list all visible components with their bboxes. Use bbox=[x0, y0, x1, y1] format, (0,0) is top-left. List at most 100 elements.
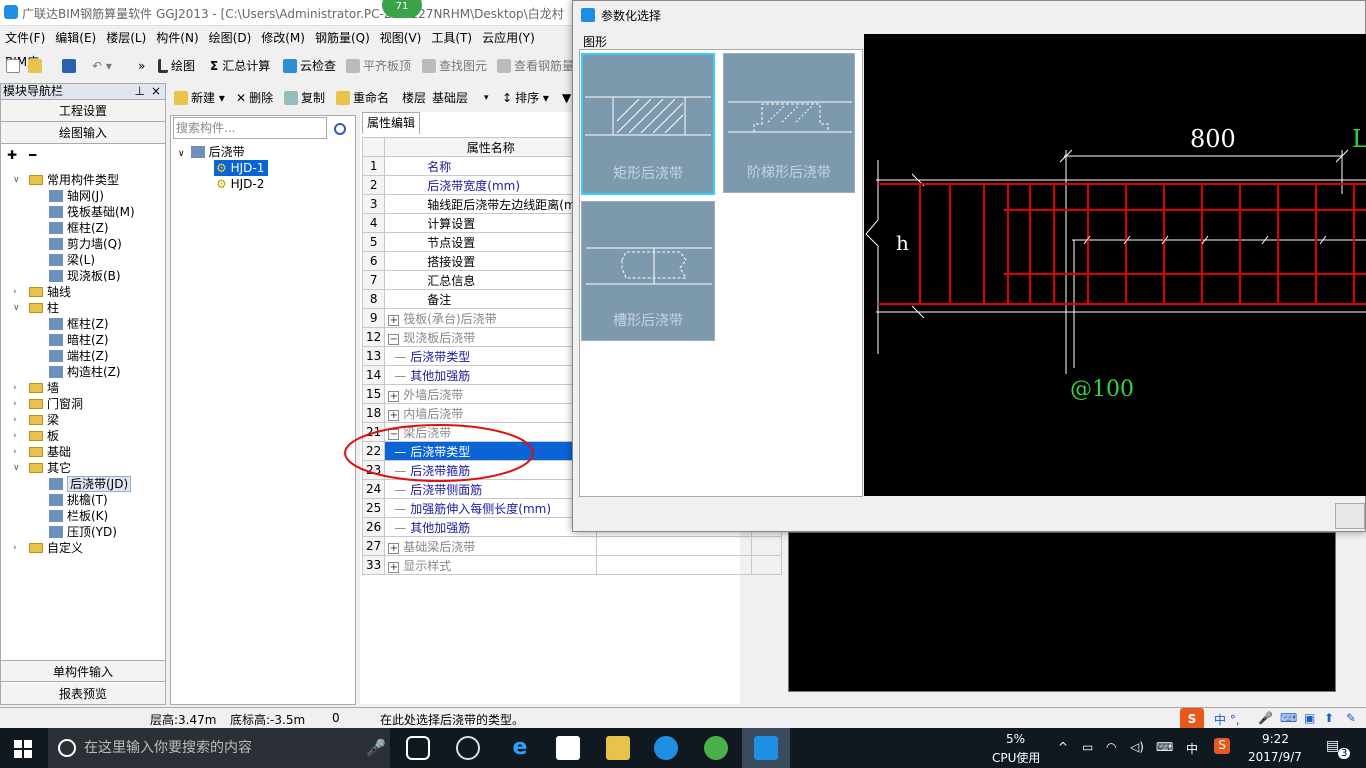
new-file-icon[interactable] bbox=[6, 56, 23, 76]
property-name-cell[interactable]: 后浇带宽度(mm) bbox=[384, 175, 598, 195]
nav-tree-folder[interactable]: › 轴线 bbox=[13, 284, 71, 300]
nav-tree-item[interactable]: 端柱(Z) bbox=[49, 348, 109, 364]
keyboard-icon[interactable]: ⌨ bbox=[1156, 740, 1173, 754]
collapse-icon[interactable]: ∨ bbox=[13, 300, 20, 316]
property-name-cell[interactable]: — 其他加强筋 bbox=[384, 517, 598, 537]
nav-tree-folder[interactable]: › 墙 bbox=[13, 380, 59, 396]
nav-tree-item[interactable]: 轴网(J) bbox=[49, 188, 104, 204]
property-name-cell[interactable]: + 基础梁后浇带 bbox=[384, 536, 598, 556]
glodon-app-icon[interactable] bbox=[654, 736, 678, 760]
microphone-icon[interactable]: 🎤 bbox=[366, 738, 386, 757]
sum-button[interactable]: Σ 汇总计算 bbox=[210, 56, 270, 76]
menu-rebar[interactable]: 钢筋量(Q) bbox=[310, 26, 375, 50]
nav-tree-folder[interactable]: › 梁 bbox=[13, 412, 59, 428]
property-name-cell[interactable]: + 筏板(承台)后浇带 bbox=[384, 308, 598, 328]
wifi-icon[interactable]: ◠ bbox=[1106, 740, 1116, 754]
store-icon[interactable] bbox=[556, 736, 580, 760]
nav-tree-folder[interactable]: › 板 bbox=[13, 428, 59, 444]
find-button[interactable]: 查找图元 bbox=[422, 56, 487, 76]
collapse-icon[interactable]: − bbox=[388, 333, 400, 345]
nav-tree-item[interactable]: 框柱(Z) bbox=[49, 316, 109, 332]
expand-icon[interactable]: › bbox=[13, 284, 17, 300]
expand-icon[interactable]: + bbox=[388, 314, 400, 326]
expand-icon[interactable]: › bbox=[13, 396, 17, 412]
overflow-icon[interactable]: » bbox=[138, 56, 145, 76]
expand-icon[interactable]: › bbox=[13, 380, 17, 396]
nav-tree-folder[interactable]: › 自定义 bbox=[13, 540, 83, 556]
expand-icon[interactable]: › bbox=[13, 428, 17, 444]
property-extra-cell[interactable] bbox=[751, 536, 783, 556]
expand-icon[interactable]: + bbox=[388, 542, 400, 554]
menu-tools[interactable]: 工具(T) bbox=[426, 26, 477, 50]
volume-icon[interactable]: ◁) bbox=[1130, 740, 1144, 754]
task-view-icon[interactable] bbox=[406, 736, 430, 760]
skin-icon[interactable]: ▣ bbox=[1304, 711, 1315, 725]
menu-draw[interactable]: 绘图(D) bbox=[204, 26, 257, 50]
component-search-input[interactable]: 搜索构件... bbox=[173, 117, 327, 139]
expand-icon[interactable]: + bbox=[388, 561, 400, 573]
browser-360-icon[interactable] bbox=[456, 736, 480, 760]
tree-item-hjd-2[interactable]: ⚙ HJD-2 bbox=[214, 176, 264, 192]
nav-tree-item[interactable]: 栏板(K) bbox=[49, 508, 108, 524]
property-extra-cell[interactable] bbox=[751, 555, 783, 575]
property-value-cell[interactable] bbox=[596, 555, 753, 575]
clock-time[interactable]: 9:22 bbox=[1262, 732, 1289, 746]
menu-file[interactable]: 文件(F) bbox=[0, 26, 50, 50]
property-value-cell[interactable] bbox=[596, 536, 753, 556]
draw-button[interactable]: 绘图 bbox=[158, 56, 195, 76]
property-row[interactable]: 27 + 基础梁后浇带 bbox=[361, 536, 783, 556]
nav-tree-item[interactable]: 压顶(YD) bbox=[49, 524, 117, 540]
nav-tree-item[interactable]: 挑檐(T) bbox=[49, 492, 108, 508]
nav-tree-folder[interactable]: ∨ 柱 bbox=[13, 300, 59, 316]
edge-browser-icon[interactable]: e bbox=[508, 736, 532, 760]
open-file-icon[interactable] bbox=[28, 56, 45, 76]
close-icon[interactable]: × bbox=[151, 84, 161, 99]
undo-icon[interactable]: ↶ ▾ bbox=[92, 56, 112, 76]
expand-icon[interactable]: › bbox=[13, 444, 17, 460]
pin-icon[interactable]: ⊥ bbox=[135, 84, 145, 99]
nav-tree-item[interactable]: 现浇板(B) bbox=[49, 268, 121, 284]
collapse-all-icon[interactable]: ━ bbox=[29, 148, 36, 162]
view-rebar-button[interactable]: 查看钢筋量 bbox=[497, 56, 574, 76]
property-name-cell[interactable]: 节点设置 bbox=[384, 232, 598, 252]
property-name-cell[interactable]: — 加强筋伸入每侧长度(mm) bbox=[384, 498, 598, 518]
property-name-cell[interactable]: 计算设置 bbox=[384, 213, 598, 233]
ime-mode[interactable]: 中 bbox=[1186, 740, 1198, 757]
property-name-cell[interactable]: 轴线距后浇带左边线距离(mm) bbox=[384, 194, 598, 214]
property-name-cell[interactable]: 汇总信息 bbox=[384, 270, 598, 290]
microphone-icon[interactable]: 🎤 bbox=[1258, 711, 1273, 725]
sort-button[interactable]: ↕ 排序 ▾ bbox=[502, 88, 549, 108]
menu-view[interactable]: 视图(V) bbox=[375, 26, 427, 50]
security-360-icon[interactable] bbox=[704, 736, 728, 760]
expand-icon[interactable]: › bbox=[13, 412, 17, 428]
nav-tree-item[interactable]: 梁(L) bbox=[49, 252, 95, 268]
collapse-icon[interactable]: ∨ bbox=[13, 460, 20, 476]
menu-floor[interactable]: 楼层(L) bbox=[101, 26, 151, 50]
tree-item-hjd-1[interactable]: ⚙ HJD-1 bbox=[214, 160, 269, 176]
option-stepped-strip[interactable]: 阶梯形后浇带 bbox=[723, 53, 855, 193]
menu-modify[interactable]: 修改(M) bbox=[256, 26, 310, 50]
expand-icon[interactable]: + bbox=[388, 390, 400, 402]
nav-tree-folder[interactable]: ∨ 其它 bbox=[13, 460, 71, 476]
sogou-ime-icon[interactable]: S bbox=[1180, 708, 1204, 730]
search-icon[interactable] bbox=[334, 123, 346, 135]
property-name-cell[interactable]: − 现浇板后浇带 bbox=[384, 327, 598, 347]
nav-tree-item[interactable]: 剪力墙(Q) bbox=[49, 236, 122, 252]
draw-input-button[interactable]: 绘图输入 bbox=[1, 122, 165, 144]
rename-button[interactable]: 重命名 bbox=[336, 88, 389, 108]
copy-button[interactable]: 复制 bbox=[284, 88, 325, 108]
delete-button[interactable]: ✕ 删除 bbox=[236, 88, 273, 108]
property-name-cell[interactable]: 备注 bbox=[384, 289, 598, 309]
keyboard-icon[interactable]: ⌨ bbox=[1280, 711, 1297, 725]
taskbar-search-input[interactable]: 在这里输入你要搜索的内容 bbox=[48, 728, 390, 768]
ime-tray-status[interactable]: 中 °, bbox=[1214, 711, 1240, 728]
clock-date[interactable]: 2017/9/7 bbox=[1248, 750, 1302, 764]
menu-edit[interactable]: 编辑(E) bbox=[50, 26, 101, 50]
single-input-button[interactable]: 单构件输入 bbox=[1, 660, 165, 682]
nav-tree-item[interactable]: 后浇带(JD) bbox=[49, 476, 132, 492]
nav-tree-folder[interactable]: › 基础 bbox=[13, 444, 71, 460]
cloud-check-button[interactable]: 云检查 bbox=[283, 56, 336, 76]
filter-icon[interactable]: ▼ bbox=[562, 88, 571, 108]
property-name-cell[interactable]: + 外墙后浇带 bbox=[384, 384, 598, 404]
battery-icon[interactable]: ▭ bbox=[1082, 740, 1093, 754]
